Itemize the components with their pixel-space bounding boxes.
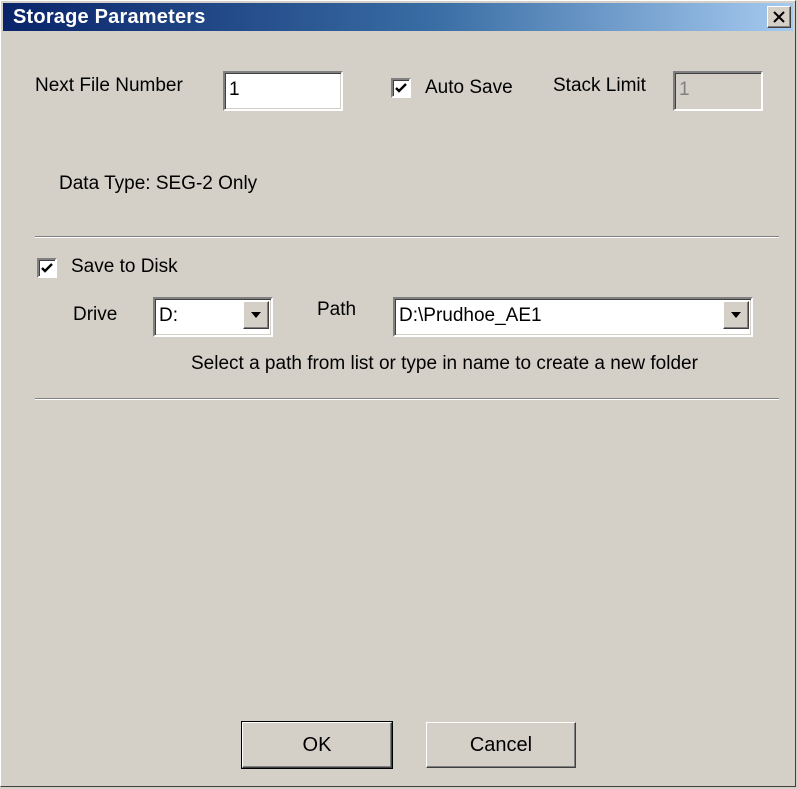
- dialog-title: Storage Parameters: [13, 6, 206, 28]
- next-file-number-input[interactable]: 1: [223, 71, 343, 111]
- path-combobox-value: D:\Prudhoe_AE1: [399, 305, 542, 326]
- stack-limit-label: Stack Limit: [553, 75, 646, 96]
- path-combobox[interactable]: D:\Prudhoe_AE1: [393, 297, 753, 337]
- drive-dropdown-button[interactable]: [243, 301, 269, 329]
- cancel-button[interactable]: Cancel: [426, 722, 576, 768]
- close-button[interactable]: [767, 6, 791, 28]
- ok-button[interactable]: OK: [241, 721, 393, 769]
- data-type-text: Data Type: SEG-2 Only: [59, 173, 258, 194]
- checkmark-icon: [41, 263, 53, 273]
- auto-save-label: Auto Save: [425, 77, 513, 98]
- drive-label: Drive: [73, 304, 118, 325]
- section-divider-bottom: [35, 398, 779, 400]
- title-bar[interactable]: Storage Parameters: [3, 3, 793, 31]
- drive-select[interactable]: D:: [153, 297, 273, 337]
- path-dropdown-button[interactable]: [723, 301, 749, 329]
- next-file-number-label: Next File Number: [35, 75, 183, 96]
- section-divider-top: [35, 236, 779, 238]
- stack-limit-input: 1: [673, 71, 763, 111]
- checkmark-icon: [395, 83, 407, 93]
- chevron-down-icon: [251, 312, 261, 318]
- path-label: Path: [317, 299, 357, 320]
- close-icon: [773, 11, 785, 23]
- drive-select-value: D:: [159, 305, 178, 326]
- path-hint-text: Select a path from list or type in name …: [191, 353, 698, 374]
- auto-save-checkbox[interactable]: [391, 78, 411, 98]
- chevron-down-icon: [731, 312, 741, 318]
- storage-parameters-dialog: Storage Parameters Next File Number 1 Au…: [0, 0, 796, 787]
- save-to-disk-checkbox[interactable]: [37, 258, 57, 278]
- save-to-disk-label: Save to Disk: [71, 256, 178, 277]
